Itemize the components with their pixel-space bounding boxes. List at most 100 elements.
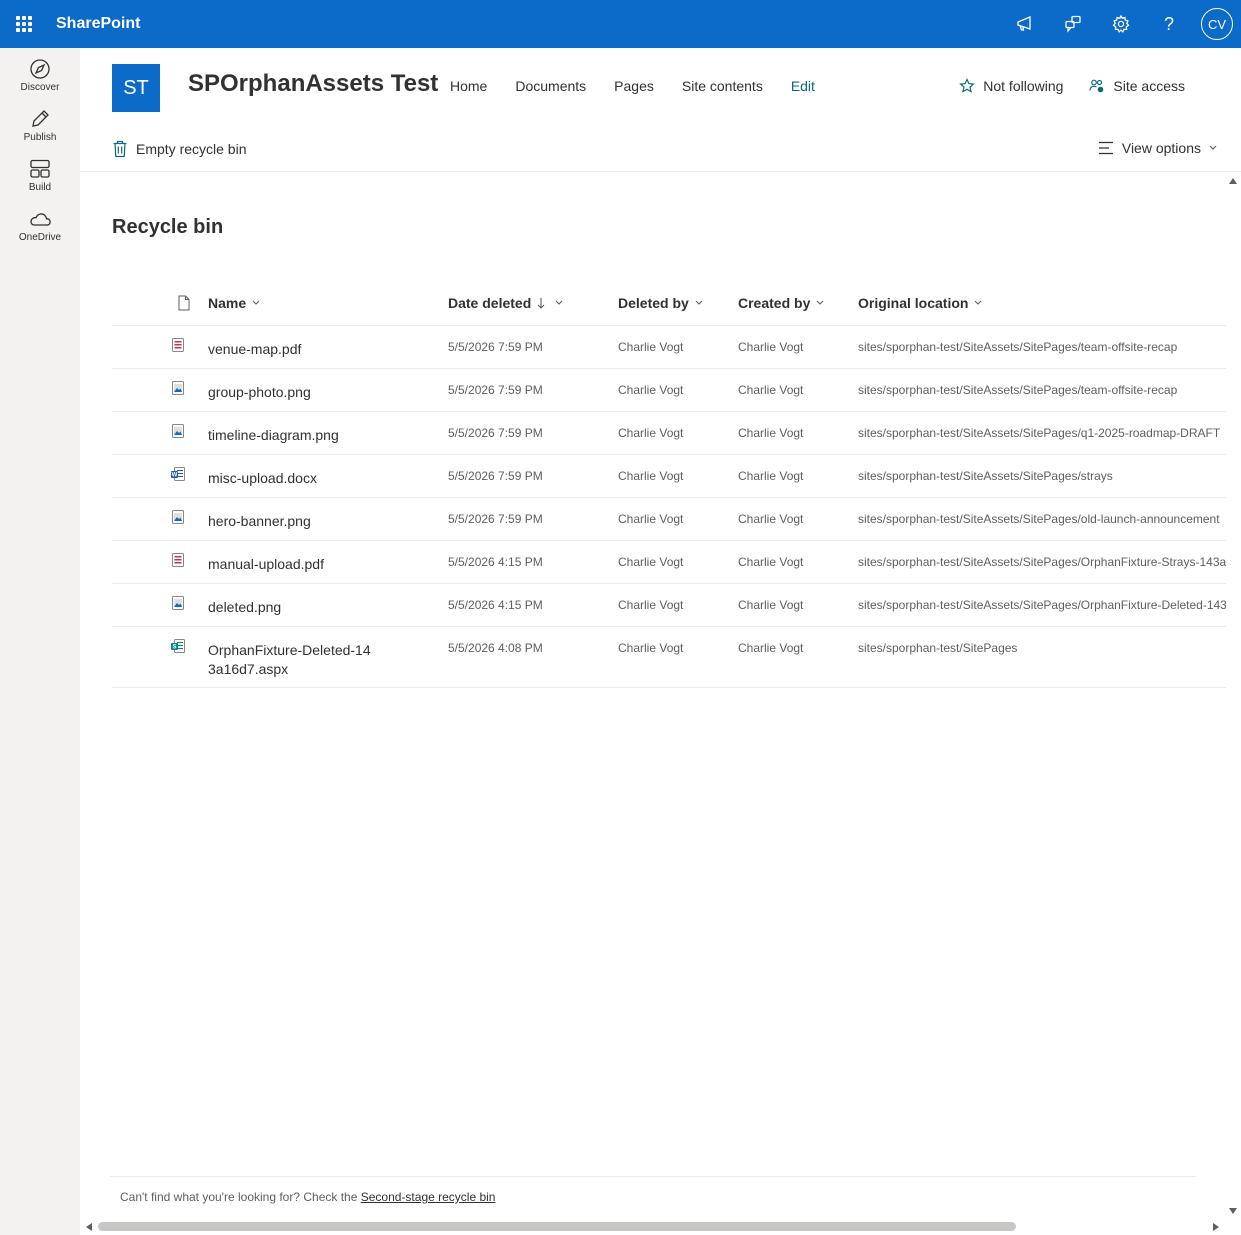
settings-button[interactable] [1097,0,1145,48]
created-by: Charlie Vogt [738,340,804,354]
column-label: Deleted by [618,295,689,311]
appbar-item-build[interactable]: Build [0,148,80,198]
nav-link-documents[interactable]: Documents [515,78,586,94]
table-row[interactable]: deleted.png 5/5/2026 4:15 PM Charlie Vog… [112,584,1226,627]
file-name[interactable]: deleted.png [208,598,408,617]
file-name[interactable]: timeline-diagram.png [208,426,408,445]
column-label: Date deleted [448,295,532,311]
created-by: Charlie Vogt [738,512,804,526]
date-deleted: 5/5/2026 4:15 PM [448,598,543,612]
scroll-right-arrow[interactable] [1213,1223,1219,1231]
account-avatar[interactable]: CV [1201,8,1233,40]
table-row[interactable]: S OrphanFixture-Deleted-143a16d7.aspx 5/… [112,627,1226,688]
original-location: sites/sporphan-test/SiteAssets/SitePages… [858,555,1226,569]
cloud-icon [30,213,51,226]
site-title[interactable]: SPOrphanAssets Test [188,70,438,98]
created-by: Charlie Vogt [738,383,804,397]
help-button[interactable]: ? [1145,0,1193,48]
main-content: ST SPOrphanAssets Test Home Documents Pa… [80,48,1241,1235]
file-name[interactable]: manual-upload.pdf [208,555,408,574]
chevron-down-icon [555,300,563,305]
chevron-down-icon [1209,145,1217,150]
table-row[interactable]: venue-map.pdf 5/5/2026 7:59 PM Charlie V… [112,326,1226,369]
page-title: Recycle bin [112,216,224,238]
footer-text: Can't find what you're looking for? Chec… [120,1190,358,1204]
deleted-by: Charlie Vogt [618,383,684,397]
deleted-by: Charlie Vogt [618,512,684,526]
original-location: sites/sporphan-test/SiteAssets/SitePages… [858,426,1221,440]
scroll-up-arrow[interactable] [1229,178,1237,184]
list-lines-icon [1098,141,1113,155]
chevron-down-icon [695,300,703,305]
column-header-deleted-by[interactable]: Deleted by [618,295,703,311]
appbar-item-onedrive[interactable]: OneDrive [0,198,80,248]
table-row[interactable]: W misc-upload.docx 5/5/2026 7:59 PM Char… [112,455,1226,498]
site-logo[interactable]: ST [112,64,160,112]
created-by: Charlie Vogt [738,555,804,569]
appbar-item-publish[interactable]: Publish [0,98,80,148]
created-by: Charlie Vogt [738,469,804,483]
whats-new-button[interactable] [1001,0,1049,48]
settings-icon [1112,14,1130,33]
sort-descending-icon [537,298,545,309]
svg-text:W: W [172,473,178,479]
pen-icon [32,110,49,127]
file-name[interactable]: hero-banner.png [208,512,408,531]
scroll-left-arrow[interactable] [86,1223,92,1231]
follow-label: Not following [983,78,1064,94]
nav-link-site-contents[interactable]: Site contents [682,78,763,94]
horizontal-scrollbar-thumb[interactable] [98,1222,1016,1231]
column-header-file-type[interactable] [172,295,190,311]
table-row[interactable]: group-photo.png 5/5/2026 7:59 PM Charlie… [112,369,1226,412]
date-deleted: 5/5/2026 7:59 PM [448,469,543,483]
file-name[interactable]: venue-map.pdf [208,340,408,359]
empty-recycle-bin-button[interactable]: Empty recycle bin [112,140,246,158]
appbar-label: Build [28,182,52,193]
feedback-icon [1065,15,1081,33]
feedback-button[interactable] [1049,0,1097,48]
follow-button[interactable]: Not following [959,78,1063,94]
column-header-date-deleted[interactable]: Date deleted [448,295,563,311]
column-header-name[interactable]: Name [208,295,260,311]
site-access-label: Site access [1113,78,1185,94]
column-header-original-location[interactable]: Original location [858,295,982,311]
site-access-button[interactable]: Site access [1089,78,1185,94]
original-location: sites/sporphan-test/SiteAssets/SitePages… [858,512,1220,526]
second-stage-recycle-bin-link[interactable]: Second-stage recycle bin [361,1190,496,1204]
column-label: Created by [738,295,811,311]
file-type-icon [178,295,190,311]
table-row[interactable]: timeline-diagram.png 5/5/2026 7:59 PM Ch… [112,412,1226,455]
date-deleted: 5/5/2026 7:59 PM [448,340,543,354]
table-row[interactable]: manual-upload.pdf 5/5/2026 4:15 PM Charl… [112,541,1226,584]
file-name[interactable]: misc-upload.docx [208,469,408,488]
megaphone-icon [1017,16,1031,31]
table-row[interactable]: hero-banner.png 5/5/2026 7:59 PM Charlie… [112,498,1226,541]
file-name[interactable]: OrphanFixture-Deleted-143a16d7.aspx [208,641,378,679]
site-header: ST SPOrphanAssets Test Home Documents Pa… [80,48,1241,128]
nav-edit-link[interactable]: Edit [791,78,815,94]
pdf-file-icon [172,338,184,352]
word-file-icon: W [171,467,185,481]
app-launcher-button[interactable] [0,0,48,48]
column-label: Name [208,295,247,311]
file-name[interactable]: group-photo.png [208,383,408,402]
date-deleted: 5/5/2026 7:59 PM [448,426,543,440]
nav-link-home[interactable]: Home [450,78,487,94]
trash-icon [113,140,127,158]
brand-link[interactable]: SharePoint [56,15,140,33]
pdf-file-icon [172,553,184,567]
appbar-item-discover[interactable]: Discover [0,48,80,98]
column-header-created-by[interactable]: Created by [738,295,824,311]
column-label: Original location [858,295,969,311]
nav-link-pages[interactable]: Pages [614,78,654,94]
chevron-down-icon [975,300,982,305]
image-file-icon [172,424,184,438]
site-navigation: Home Documents Pages Site contents Edit [450,78,843,94]
chevron-down-icon [252,300,260,305]
scroll-down-arrow[interactable] [1229,1208,1237,1214]
date-deleted: 5/5/2026 4:15 PM [448,555,543,569]
people-settings-icon [1089,79,1104,93]
original-location: sites/sporphan-test/SitePages [858,641,1018,655]
deleted-by: Charlie Vogt [618,340,684,354]
view-options-button[interactable]: View options [1098,140,1217,156]
